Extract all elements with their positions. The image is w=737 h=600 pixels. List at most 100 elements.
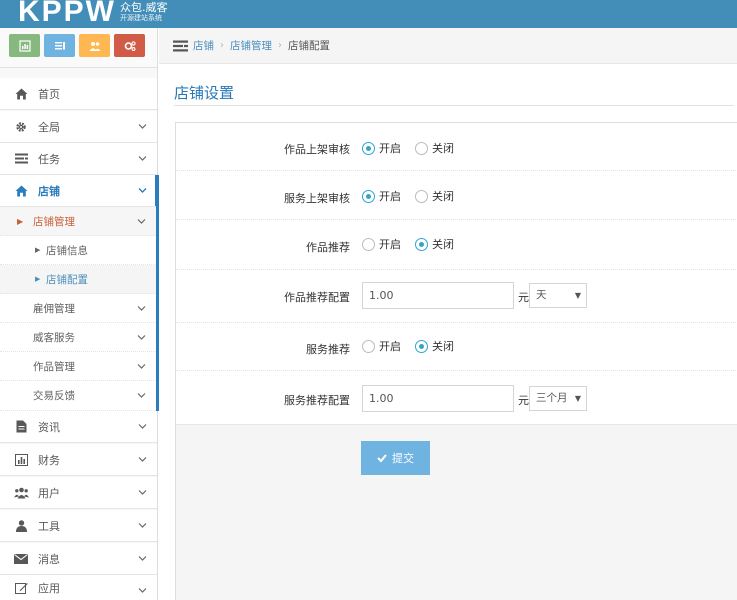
works-review-radio-group: 开启 关闭 [362,140,468,156]
form-row-works-review: 作品上架审核 开启 关闭 [176,123,736,171]
field-label: 服务推荐配置 [284,394,350,407]
works-recommend-on-radio[interactable] [362,237,375,251]
radio-label: 开启 [379,142,401,155]
caret-right-icon: ▶ [35,246,41,254]
sidebar-subitem-shop-info[interactable]: ▶ 店铺信息 [0,236,156,265]
caret-right-icon: ▶ [17,217,24,226]
page-title: 店铺设置 [174,84,235,102]
sidebar-subitem-shop-config[interactable]: ▶ 店铺配置 [0,265,156,294]
file-icon [13,419,29,435]
service-review-radio-group: 开启 关闭 [362,188,468,204]
form-row-service-recommend-config: 服务推荐配置 1.00 元 三个月 ▼ [176,371,736,424]
caret-down-icon: ▼ [574,394,581,403]
service-recommend-price-input[interactable]: 1.00 [362,385,514,412]
caret-right-icon: ▶ [35,275,41,283]
unit-label: 元 [518,291,529,304]
sidebar-subitem-label: 店铺配置 [46,273,88,286]
sidebar-item-global[interactable]: 全局 [0,111,157,143]
service-review-off-radio[interactable] [415,189,428,203]
form-row-works-recommend: 作品推荐 开启 关闭 [176,220,736,270]
radio-label: 关闭 [432,190,454,203]
sidebar-item-shop[interactable]: 店铺 [0,175,158,207]
sidebar-item-tasks[interactable]: 任务 [0,143,157,175]
chevron-right-icon: › [278,40,282,51]
divider [174,105,734,106]
envelope-icon [13,551,29,567]
sidebar-item-news[interactable]: 资讯 [0,411,157,443]
sidebar-item-home[interactable]: 首页 [0,78,157,110]
sidebar-subitem-hire-manage[interactable]: 雇佣管理 [0,294,156,323]
sidebar-item-label: 店铺 [38,184,60,198]
sidebar-item-finance[interactable]: 财务 [0,444,157,476]
sidebar-item-users[interactable]: 用户 [0,477,157,509]
service-recommend-period-select[interactable]: 三个月 ▼ [529,386,587,411]
service-recommend-on-radio[interactable] [362,339,375,353]
chevron-down-icon [137,393,146,398]
sidebar-item-messages[interactable]: 消息 [0,543,157,575]
works-review-on-radio[interactable] [362,141,375,155]
chart-icon [18,39,31,52]
radio-label: 开启 [379,190,401,203]
sidebar-item-label: 任务 [38,152,60,166]
form-actions [176,424,737,600]
sidebar-subitem-trade-feedback[interactable]: 交易反馈 [0,381,156,411]
brand-tagline: 开源建站系统 [120,14,162,22]
list-icon [173,40,188,51]
sidebar-item-label: 首页 [38,87,60,101]
sidebar-item-tools[interactable]: 工具 [0,510,157,542]
chevron-down-icon [138,490,147,495]
sidebar-item-apps[interactable]: 应用 [0,575,157,600]
radio-label: 关闭 [432,142,454,155]
cogs-shortcut-button[interactable] [114,34,145,57]
sidebar-item-label: 应用 [38,581,60,595]
home-icon [13,86,29,102]
field-label: 作品上架审核 [284,143,350,156]
chevron-down-icon [137,306,146,311]
sidebar-subitem-label: 店铺管理 [33,215,75,228]
users-shortcut-button[interactable] [79,34,110,57]
pencil-shortcut-button[interactable] [44,34,75,57]
service-recommend-radio-group: 开启 关闭 [362,338,468,354]
caret-down-icon: ▼ [574,291,581,300]
works-recommend-off-radio[interactable] [415,237,428,251]
brand-logo[interactable]: KPPW [18,0,116,27]
chevron-down-icon [138,124,147,129]
submit-button[interactable]: 提交 [361,441,430,475]
sidebar-subitem-label: 雇佣管理 [33,302,75,315]
sidebar-subitem-works-manage[interactable]: 作品管理 [0,352,156,381]
pencil-icon [54,41,65,49]
chevron-down-icon [137,219,146,224]
works-review-off-radio[interactable] [415,141,428,155]
breadcrumb-link-shop-manage[interactable]: 店铺管理 [230,38,272,53]
breadcrumb: 店铺 › 店铺管理 › 店铺配置 [159,28,737,64]
form-row-service-recommend: 服务推荐 开启 关闭 [176,323,736,371]
chevron-down-icon [138,588,147,593]
service-recommend-off-radio[interactable] [415,339,428,353]
chevron-down-icon [138,523,147,528]
chevron-down-icon [137,335,146,340]
select-value: 三个月 [536,392,568,404]
field-label: 服务上架审核 [284,192,350,205]
users-icon [13,485,29,501]
breadcrumb-link-shop[interactable]: 店铺 [193,38,214,53]
field-label: 服务推荐 [306,343,350,356]
radio-label: 关闭 [432,340,454,353]
chevron-down-icon [138,188,147,193]
radio-label: 开启 [379,340,401,353]
cogs-icon [124,40,136,51]
sidebar-item-label: 全局 [38,120,60,134]
sidebar-item-label: 消息 [38,552,60,566]
sidebar-subitem-shop-manage[interactable]: ▶ 店铺管理 [0,207,156,236]
sidebar-subitem-witkey-service[interactable]: 威客服务 [0,323,156,352]
form-row-works-recommend-config: 作品推荐配置 1.00 元 天 ▼ [176,270,736,323]
chevron-down-icon [138,156,147,161]
top-navbar: KPPW 众包.威客 开源建站系统 [0,0,737,28]
works-recommend-price-input[interactable]: 1.00 [362,282,514,309]
sidebar-subitem-label: 作品管理 [33,360,75,373]
field-label: 作品推荐 [306,241,350,254]
sidebar-item-label: 用户 [38,486,60,500]
service-review-on-radio[interactable] [362,189,375,203]
gear-icon [13,119,29,135]
works-recommend-period-select[interactable]: 天 ▼ [529,283,587,308]
chart-shortcut-button[interactable] [9,34,40,57]
